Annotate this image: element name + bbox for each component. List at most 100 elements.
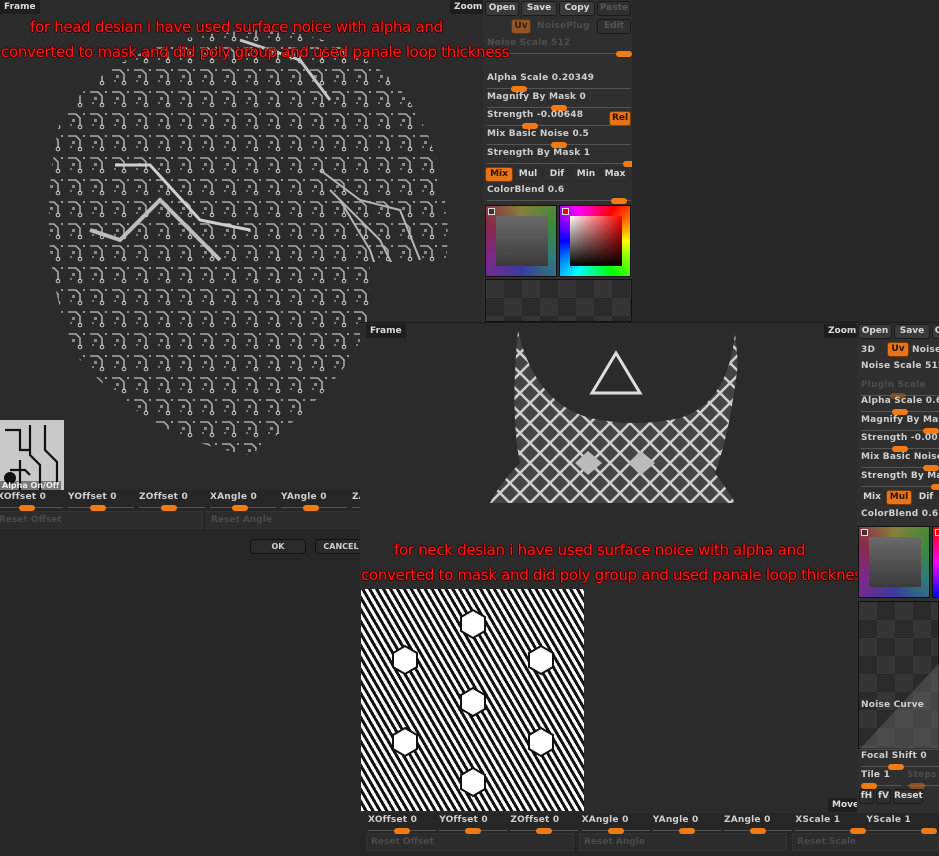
blend-mix-button[interactable]: Mix [859,490,885,505]
yangle-slider[interactable]: YAngle 0 [281,492,347,511]
alpha-thumbnail[interactable]: Alpha On/Off [0,420,64,490]
slider-knob[interactable] [536,828,553,834]
reset-offset-button[interactable]: Reset Offset [366,833,574,851]
yangle-slider[interactable]: YAngle 0 [652,815,721,834]
zoffset-slider[interactable]: ZOffset 0 [139,492,205,511]
zoffset-label: ZOffset [510,815,550,825]
strength-by-mask-label: Strength By Mask [487,147,581,158]
alpha-scale-label: Alpha Scale [487,73,549,83]
tile-slider[interactable]: Tile 1 [861,770,901,789]
alpha-scale-slider[interactable]: Alpha Scale 0.20349 [487,73,631,92]
fv-button[interactable]: fV [876,789,891,804]
edit-tab[interactable]: Edit [597,19,631,34]
magnify-by-mas-label: Magnify By Mas [861,414,939,425]
xangle-label: XAngle [581,815,619,825]
mix-basic-noise-slider[interactable]: Mix Basic Noise [861,452,939,472]
yscale-slider[interactable]: YScale 1 [866,815,937,834]
blend-dif-button[interactable]: Dif [543,167,571,182]
3d-tab[interactable]: 3D [861,345,875,355]
blend-dif-button[interactable]: Dif [913,490,939,505]
focal-shift-value: 0 [920,751,927,761]
strength-slider[interactable]: Strength -0.001 [861,433,939,453]
alpha-toggle-label[interactable]: Alpha On/Off [0,481,62,490]
slider-knob[interactable] [920,828,937,834]
slider-knob[interactable] [160,505,177,511]
reset-offset-button[interactable]: Reset Offset [0,511,203,529]
yoffset-slider[interactable]: YOffset 0 [439,815,508,834]
xangle-label: XAngle [210,492,248,502]
colorblend-slider[interactable]: ColorBlend 0.6 [487,185,631,204]
secondary-color-picker[interactable] [485,205,557,277]
blend-mul-button[interactable]: Mul [886,490,912,505]
xoffset-slider[interactable]: XOffset 0 [0,492,63,511]
blend-max-button[interactable]: Max [601,167,629,182]
blend-mul-button[interactable]: Mul [514,167,542,182]
yscale-value: 1 [904,815,911,825]
xangle-slider[interactable]: XAngle 0 [210,492,276,511]
strength-slider[interactable]: Strength -0.00648 [487,110,631,130]
blend-min-button[interactable]: Min [572,167,600,182]
mix-basic-noise-value: 0.5 [572,129,589,140]
uv-tab[interactable]: Uv [887,342,909,357]
slider-knob[interactable] [931,483,939,490]
slider-knob[interactable] [465,828,482,834]
ok-button[interactable]: OK [250,539,306,554]
slider-knob[interactable] [849,828,866,834]
strength-by-mask-slider[interactable]: Strength By Mask 1 [487,147,632,167]
yoffset-slider[interactable]: YOffset 0 [68,492,134,511]
focal-shift-slider[interactable]: Focal Shift 0 [861,751,939,770]
yoffset-value: 0 [110,492,117,502]
paste-button[interactable]: Paste [597,1,631,16]
slider-knob[interactable] [302,505,319,511]
hex-alpha-texture[interactable] [361,589,584,811]
xscale-slider[interactable]: XScale 1 [795,815,866,834]
main-color-picker[interactable] [559,205,631,277]
secondary-color-picker[interactable] [858,526,930,598]
zangle-slider[interactable]: ZAngle 0 [724,815,792,834]
reset-angle-button[interactable]: Reset Angle [206,511,370,529]
save-button[interactable]: Save [521,1,557,16]
fh-button[interactable]: fH [859,789,874,804]
alpha-scale-slider[interactable]: Alpha Scale 0.6 [861,396,939,415]
xangle-slider[interactable]: XAngle 0 [581,815,650,834]
slider-knob[interactable] [623,160,632,167]
uv-tab[interactable]: Uv [511,19,531,34]
slider-knob[interactable] [607,828,624,834]
noise-curve-editor[interactable] [485,279,632,322]
slider-knob[interactable] [89,505,106,511]
copy-button[interactable]: Copy [559,1,595,16]
frame-label[interactable]: Frame [0,0,40,14]
steps-slider[interactable]: Steps [907,770,939,789]
neck-viewport[interactable]: Frame Zoom Move for neck desian i have u… [360,323,870,813]
neck-mesh-render [490,331,738,503]
open-button[interactable]: Open [485,1,519,16]
reset-angle-button[interactable]: Reset Angle [579,833,787,851]
zoom-label[interactable]: Zoom [450,0,487,14]
magnify-by-mas-slider[interactable]: Magnify By Mas [861,415,939,434]
noiseplug-tab[interactable]: NoisePlug [537,21,590,31]
frame-label[interactable]: Frame [366,324,406,338]
noise-curve-editor[interactable]: Noise Curve [858,601,939,750]
strength-value: -0.001 [910,433,939,444]
copy-button[interactable]: C [932,324,939,339]
strength-by-ma-slider[interactable]: Strength By Ma [861,471,939,490]
mix-basic-noise-slider[interactable]: Mix Basic Noise 0.5 [487,129,631,149]
slider-knob[interactable] [678,828,695,834]
open-button[interactable]: Open [858,324,892,339]
noiseplug-tab[interactable]: NoiseP [912,345,939,355]
slider-knob[interactable] [394,828,410,834]
zoom-label[interactable]: Zoom [824,324,861,338]
xscale-value: 1 [833,815,841,825]
xoffset-slider[interactable]: XOffset 0 [368,815,436,834]
slider-knob[interactable] [18,505,35,511]
zoffset-slider[interactable]: ZOffset 0 [510,815,579,834]
save-button[interactable]: Save [894,324,930,339]
slider-knob[interactable] [750,828,766,834]
main-color-picker[interactable] [932,526,939,598]
magnify-by-mask-slider[interactable]: Magnify By Mask 0 [487,92,631,111]
blend-mix-button[interactable]: Mix [485,167,513,182]
slider-knob[interactable] [231,505,248,511]
reset-button[interactable]: Reset [893,789,923,804]
reset-scale-button[interactable]: Reset Scale [792,833,939,851]
magnify-by-mask-value: 0 [579,91,586,102]
